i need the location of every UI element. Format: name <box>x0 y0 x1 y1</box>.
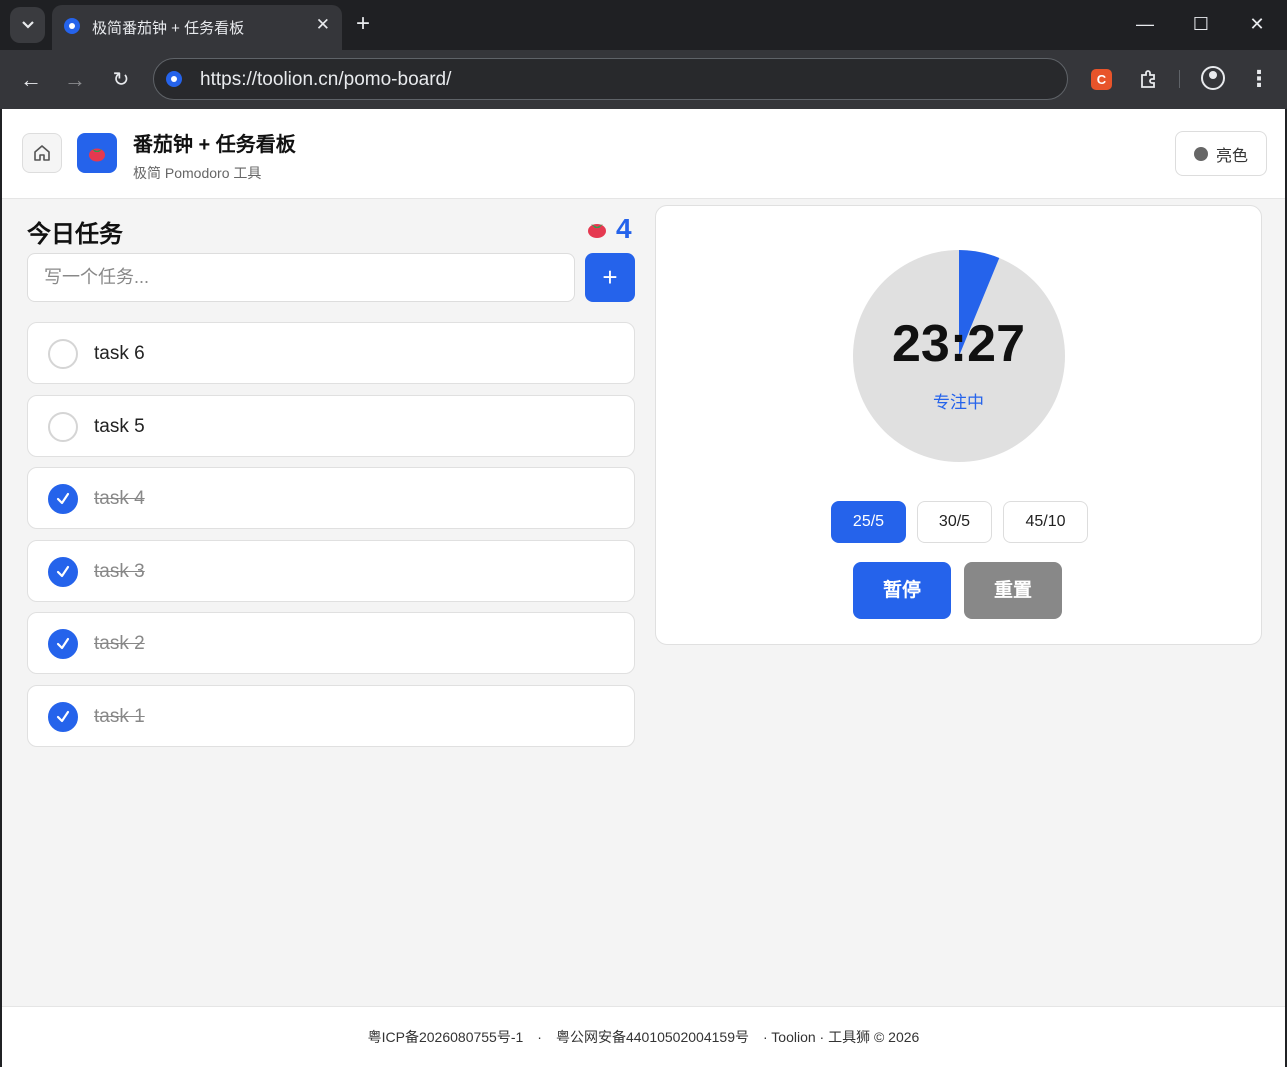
task-checkbox[interactable] <box>48 411 78 442</box>
theme-toggle-button[interactable]: 亮色 <box>1175 131 1267 176</box>
close-window-icon[interactable]: ✕ <box>1242 12 1272 36</box>
page: 番茄钟 + 任务看板 极简 Pomodoro 工具 亮色 今日任务 4 + ta… <box>2 109 1285 1067</box>
checkmark-icon <box>56 565 70 577</box>
footer-brand: · Toolion · 工具狮 © 2026 <box>762 1029 920 1045</box>
task-checkbox[interactable] <box>48 339 78 369</box>
timer-controls: 暂停 重置 <box>853 562 1062 619</box>
browser-tabbar: 极简番茄钟 + 任务看板 ✕ + — ☐ ✕ <box>0 0 1287 50</box>
tomato-counter: 4 <box>586 213 632 245</box>
task-item[interactable]: task 3 <box>27 539 635 602</box>
task-checkbox-checked[interactable] <box>48 556 78 587</box>
task-label: task 3 <box>94 560 145 582</box>
toolbar-divider <box>1179 70 1180 88</box>
theme-label: 亮色 <box>1215 147 1248 165</box>
new-tab-button[interactable]: + <box>356 11 370 37</box>
minimize-icon[interactable]: — <box>1130 12 1160 36</box>
app-subtitle: 极简 Pomodoro 工具 <box>133 165 262 181</box>
task-input[interactable] <box>27 253 575 302</box>
timer-card: 23:27 专注中 25/5 30/5 45/10 暂停 重置 <box>655 205 1262 645</box>
tab-title: 极简番茄钟 + 任务看板 <box>92 20 245 37</box>
theme-circle-icon <box>1193 146 1208 161</box>
task-label: task 4 <box>94 488 145 509</box>
app-header: 番茄钟 + 任务看板 极简 Pomodoro 工具 亮色 <box>2 109 1285 199</box>
task-label: task 6 <box>94 343 145 364</box>
app-title: 番茄钟 + 任务看板 <box>133 134 296 156</box>
browser-tab-active[interactable]: 极简番茄钟 + 任务看板 ✕ <box>52 5 342 50</box>
task-label: task 5 <box>94 415 145 437</box>
task-checkbox-checked[interactable] <box>48 701 78 732</box>
checkmark-icon <box>56 492 70 505</box>
timer-status: 专注中 <box>933 393 984 412</box>
site-info-icon[interactable] <box>166 71 182 87</box>
home-icon <box>34 145 50 161</box>
reset-button[interactable]: 重置 <box>964 562 1062 619</box>
task-label: task 2 <box>94 633 145 654</box>
tasks-heading: 今日任务 <box>27 221 123 248</box>
timer-time: 23:27 <box>892 315 1025 373</box>
preset-group: 25/5 30/5 45/10 <box>831 501 1088 543</box>
extension-icon[interactable]: C <box>1091 69 1112 90</box>
task-item[interactable]: task 6 <box>27 322 635 384</box>
tomato-count-value: 4 <box>616 213 632 244</box>
app-logo <box>77 133 117 173</box>
checkmark-icon <box>56 637 70 650</box>
menu-kebab-icon[interactable]: ⋮ <box>1248 65 1270 95</box>
reload-icon[interactable]: ↻ <box>106 65 136 95</box>
home-button[interactable] <box>22 133 62 173</box>
icp-link[interactable]: 粤ICP备2026080755号-1 <box>368 1027 524 1047</box>
chevron-down-icon <box>21 21 34 29</box>
back-arrow-icon[interactable]: ← <box>16 65 46 95</box>
address-bar[interactable]: https://toolion.cn/pomo-board/ <box>153 58 1068 100</box>
task-list: task 6 task 5 task 4 task 3 task 2 task 1 <box>27 322 635 757</box>
footer: 粤ICP备2026080755号-1 · 粤公网安备44010502004159… <box>2 1006 1285 1067</box>
forward-arrow-icon[interactable]: → <box>60 65 90 95</box>
preset-button[interactable]: 30/5 <box>917 501 992 543</box>
police-record-link[interactable]: 粤公网安备44010502004159号 <box>556 1027 749 1047</box>
task-item[interactable]: task 5 <box>27 394 635 457</box>
maximize-icon[interactable]: ☐ <box>1186 12 1216 36</box>
task-checkbox-checked[interactable] <box>48 484 78 514</box>
browser-toolbar: ← → ↻ https://toolion.cn/pomo-board/ C ⋮ <box>0 50 1287 109</box>
checkmark-icon <box>56 710 70 722</box>
tab-search-button[interactable] <box>10 7 45 43</box>
preset-button[interactable]: 25/5 <box>831 501 906 543</box>
site-favicon-icon <box>64 18 80 34</box>
tomato-icon <box>588 224 606 238</box>
close-tab-icon[interactable]: ✕ <box>316 15 330 35</box>
task-item[interactable]: task 1 <box>27 684 635 747</box>
pause-button[interactable]: 暂停 <box>853 562 951 619</box>
task-item[interactable]: task 2 <box>27 612 635 674</box>
add-task-button[interactable]: + <box>585 253 635 302</box>
footer-separator: · <box>537 1029 542 1045</box>
address-url[interactable]: https://toolion.cn/pomo-board/ <box>200 69 451 91</box>
task-checkbox-checked[interactable] <box>48 629 78 659</box>
extensions-puzzle-icon[interactable] <box>1134 64 1162 94</box>
task-label: task 1 <box>94 705 145 727</box>
tomato-icon <box>89 148 105 162</box>
preset-button[interactable]: 45/10 <box>1003 501 1088 543</box>
profile-avatar-icon[interactable] <box>1201 66 1225 90</box>
task-item[interactable]: task 4 <box>27 467 635 529</box>
